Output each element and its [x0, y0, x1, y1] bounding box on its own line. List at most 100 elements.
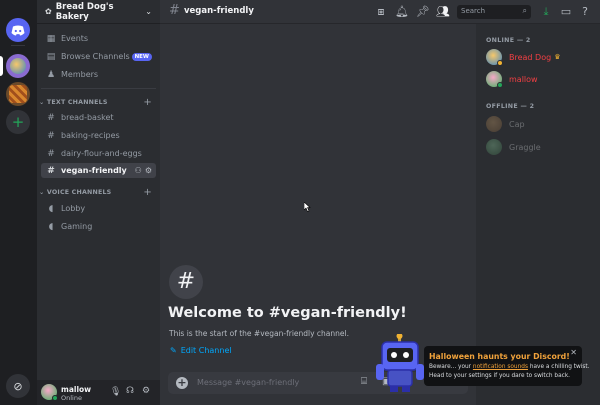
user-status: Online	[61, 394, 82, 402]
online-header: ONLINE — 2	[486, 37, 531, 44]
server-second[interactable]	[6, 82, 30, 106]
speaker-icon: ◖	[48, 221, 54, 232]
threads-icon[interactable]: ⧆	[374, 5, 388, 19]
chat-main	[160, 0, 476, 405]
halloween-robot-illustration	[376, 334, 424, 392]
nav-label: Browse Channels	[61, 52, 130, 61]
hashtag-icon: #	[169, 3, 180, 18]
channel-dairy-flour-and-eggs[interactable]: # dairy-flour-and-eggs	[41, 146, 156, 161]
category-label: TEXT CHANNELS	[46, 99, 108, 106]
pin-icon[interactable]: 📌︎	[416, 5, 430, 19]
channel-vegan-friendly[interactable]: # vegan-friendly ⚇ ⚙	[41, 163, 156, 178]
microphone-icon[interactable]: 🎙	[110, 387, 121, 397]
server-bread-dogs-bakery[interactable]	[6, 54, 30, 78]
user-name: mallow	[61, 385, 92, 394]
nav-members[interactable]: ♟ Members	[41, 67, 156, 82]
add-server-button[interactable]: +	[6, 110, 30, 134]
search-input[interactable]: Search ⌕	[457, 5, 531, 19]
edit-channel-link[interactable]: ✎ Edit Channel	[170, 346, 232, 355]
add-attachment-icon[interactable]: +	[176, 377, 188, 389]
channel-label: bread-basket	[61, 113, 114, 122]
toast-text: have a chilling twist.	[527, 364, 590, 370]
bread-dog-server-icon	[10, 58, 26, 74]
offline-header: OFFLINE — 2	[486, 103, 535, 110]
compass-icon: ⊘	[13, 379, 23, 393]
channel-label: dairy-flour-and-eggs	[61, 149, 142, 158]
headphones-icon[interactable]: ☊	[126, 386, 134, 396]
hashtag-icon: #	[47, 148, 55, 159]
channel-label: Lobby	[61, 204, 86, 213]
avatar	[486, 139, 502, 155]
discord-icon	[11, 25, 25, 35]
channel-title: vegan-friendly	[184, 6, 254, 16]
add-channel-icon[interactable]: +	[143, 187, 152, 198]
channel-hash-icon: #	[169, 265, 203, 299]
bakery-server-icon	[9, 85, 27, 103]
home-button[interactable]	[6, 18, 30, 42]
voice-channel-gaming[interactable]: ◖ Gaming	[41, 219, 156, 234]
chevron-down-icon: ⌄	[39, 99, 45, 106]
close-icon[interactable]: ✕	[570, 348, 577, 357]
avatar	[486, 71, 503, 88]
speaker-icon: ◖	[48, 203, 54, 214]
chevron-down-icon: ⌄	[145, 7, 152, 16]
user-panel: mallow Online 🎙 ☊ ⚙	[37, 380, 160, 405]
hashtag-icon: #	[47, 112, 55, 123]
avatar	[486, 116, 502, 132]
crown-icon: ♛	[554, 53, 561, 61]
avatar	[486, 49, 503, 66]
member-name: mallow	[509, 74, 538, 84]
server-header[interactable]: ✿ Bread Dog's Bakery ⌄	[37, 0, 160, 24]
pencil-icon: ✎	[170, 346, 177, 355]
status-online-dot	[52, 395, 58, 401]
halloween-toast: Halloween haunts your Discord! Beware...…	[424, 346, 590, 386]
invite-icon[interactable]: ⚇	[135, 166, 142, 175]
member-graggle[interactable]: Graggle	[486, 138, 596, 156]
search-icon: ⌕	[522, 6, 527, 15]
toast-title: Halloween haunts your Discord!	[429, 352, 570, 361]
member-cap[interactable]: Cap	[486, 115, 596, 133]
inbox-icon[interactable]: ▭	[559, 5, 573, 19]
nav-browse-channels[interactable]: ▤ Browse Channels NEW	[41, 49, 156, 64]
category-text-channels[interactable]: ⌄ TEXT CHANNELS +	[39, 97, 156, 108]
member-name: Cap	[509, 119, 525, 129]
voice-channel-lobby[interactable]: ◖ Lobby	[41, 201, 156, 216]
bell-icon[interactable]: 🔔︎	[395, 5, 409, 19]
channel-topbar: # vegan-friendly ⧆ 🔔︎ 📌︎ 👥︎ Search ⌕ ⤓ ▭…	[160, 0, 600, 24]
gear-icon[interactable]: ⚙	[142, 386, 150, 396]
member-name: Bread Dog	[509, 52, 552, 62]
add-channel-icon[interactable]: +	[143, 97, 152, 108]
member-bread-dog[interactable]: Bread Dog ♛	[486, 48, 596, 66]
gear-icon[interactable]: ⚙	[145, 166, 152, 175]
nav-events[interactable]: ▦ Events	[41, 31, 156, 46]
category-voice-channels[interactable]: ⌄ VOICE CHANNELS +	[39, 187, 156, 198]
mouse-cursor-icon	[304, 202, 311, 212]
status-online-dot	[497, 60, 503, 66]
channel-label: Gaming	[61, 222, 93, 231]
status-online-dot	[497, 82, 503, 88]
plus-icon: +	[11, 112, 25, 131]
hashtag-icon: #	[47, 165, 55, 176]
category-label: VOICE CHANNELS	[46, 189, 112, 196]
member-list-icon[interactable]: 👥︎	[436, 5, 450, 19]
message-placeholder: Message #vegan-friendly	[197, 378, 300, 387]
toast-line-1: Beware... your notification sounds have …	[429, 364, 590, 370]
members-icon: ♟	[46, 69, 56, 80]
server-name: Bread Dog's Bakery	[55, 1, 114, 22]
download-icon[interactable]: ⤓	[539, 5, 553, 19]
notification-sounds-link[interactable]: notification sounds	[473, 364, 528, 370]
channel-sidebar: ✿ Bread Dog's Bakery ⌄ ▦ Events ▤ Browse…	[37, 0, 160, 405]
server-rail: + ⊘	[0, 0, 37, 405]
avatar[interactable]	[41, 384, 58, 401]
discover-button[interactable]: ⊘	[6, 374, 30, 398]
calendar-icon: ▦	[46, 33, 56, 44]
welcome-title: Welcome to #vegan-friendly!	[168, 305, 407, 321]
gift-icon[interactable]: ⌸	[361, 376, 367, 387]
browse-icon: ▤	[46, 51, 56, 62]
search-placeholder: Search	[461, 7, 486, 15]
channel-bread-basket[interactable]: # bread-basket	[41, 110, 156, 125]
nav-label: Events	[61, 34, 89, 43]
member-mallow[interactable]: mallow	[486, 70, 596, 88]
help-icon[interactable]: ?	[578, 5, 592, 19]
channel-baking-recipes[interactable]: # baking-recipes	[41, 128, 156, 143]
